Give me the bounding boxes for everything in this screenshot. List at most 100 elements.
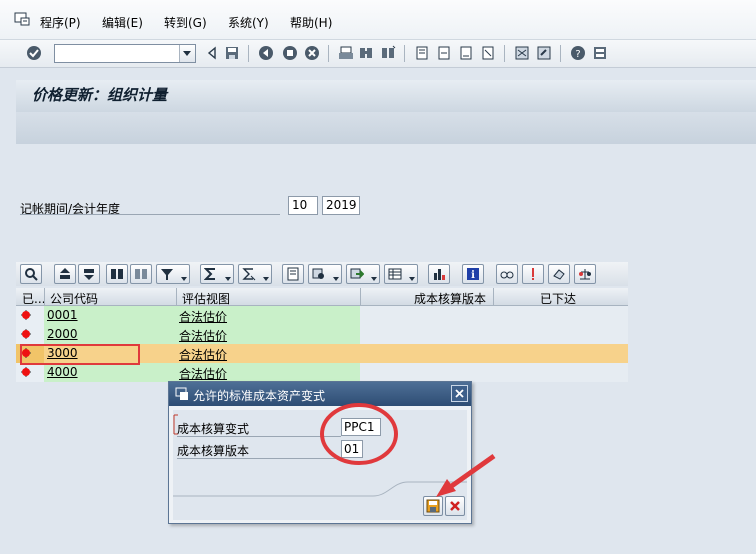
close-icon: [455, 389, 464, 398]
sort-descending-button[interactable]: [78, 264, 100, 284]
costing-version-cell[interactable]: [360, 363, 493, 382]
company-code-cell[interactable]: 0001: [44, 306, 176, 325]
filter-icon: [161, 269, 173, 280]
col-status[interactable]: 已...: [22, 290, 45, 306]
scale-icon: [579, 269, 591, 280]
shortcut-icon[interactable]: [536, 45, 552, 61]
find-icon[interactable]: [358, 45, 374, 61]
valuation-view-cell[interactable]: 合法估价: [176, 325, 360, 344]
dialog-cancel-button[interactable]: [445, 496, 465, 516]
layout-menu-icon[interactable]: [592, 45, 608, 61]
layout-button[interactable]: [384, 264, 418, 284]
application-toolbar: [16, 112, 756, 144]
dialog-save-button[interactable]: [423, 496, 443, 516]
menu-edit[interactable]: 编辑(E): [102, 14, 143, 31]
first-page-icon[interactable]: [414, 45, 430, 61]
export-button[interactable]: [346, 264, 380, 284]
table-row[interactable]: 2000 合法估价: [16, 325, 628, 344]
sort-ascending-button[interactable]: [54, 264, 76, 284]
sum-button[interactable]: [200, 264, 234, 284]
dialog-close-button[interactable]: [451, 385, 468, 402]
save-icon[interactable]: [224, 45, 240, 61]
mark-button[interactable]: [548, 264, 570, 284]
menu-program[interactable]: 程序(P): [40, 14, 81, 31]
menu-help[interactable]: 帮助(H): [290, 14, 332, 31]
released-cell[interactable]: [493, 306, 628, 325]
info-icon: i: [467, 268, 479, 281]
released-cell[interactable]: [493, 325, 628, 344]
print-icon[interactable]: [338, 45, 354, 61]
page-title: 价格更新：组织计量: [32, 86, 168, 104]
command-dropdown-button[interactable]: [179, 45, 195, 62]
release-button[interactable]: [522, 264, 544, 284]
year-value: 2019: [326, 198, 357, 212]
graphic-button[interactable]: [428, 264, 450, 284]
year-input[interactable]: 2019: [322, 196, 360, 215]
menu-system[interactable]: 系统(Y): [228, 14, 269, 31]
find-next-icon[interactable]: [380, 45, 396, 61]
filter-button[interactable]: [156, 264, 190, 284]
next-page-icon[interactable]: [458, 45, 474, 61]
company-code-cell[interactable]: 4000: [44, 363, 176, 382]
col-valuation-view[interactable]: 评估视图: [182, 290, 230, 306]
command-field[interactable]: [54, 44, 196, 63]
glasses-button[interactable]: [496, 264, 518, 284]
enter-check-icon[interactable]: [26, 45, 42, 61]
released-cell[interactable]: [493, 363, 628, 382]
details-button[interactable]: [20, 264, 42, 284]
col-company-code[interactable]: 公司代码: [50, 290, 98, 306]
row-status-cell[interactable]: [16, 325, 44, 344]
menu-screen-icon[interactable]: [14, 12, 30, 26]
col-released[interactable]: 已下达: [540, 290, 576, 306]
row-status-cell[interactable]: [16, 306, 44, 325]
dialog-body: 成本核算变式 PPC1 成本核算版本 01: [173, 410, 467, 520]
dialog-title-bar: 允许的标准成本资产变式: [169, 382, 471, 406]
menu-goto[interactable]: 转到(G): [164, 14, 207, 31]
costing-variant-value: PPC1: [344, 420, 375, 434]
exit-icon[interactable]: [282, 45, 298, 61]
last-page-icon[interactable]: [480, 45, 496, 61]
find-next-button[interactable]: [130, 264, 152, 284]
valuation-view-cell[interactable]: 合法估价: [176, 363, 360, 382]
cancel-x-icon: [450, 501, 460, 511]
back-icon[interactable]: [258, 45, 274, 61]
row-status-cell[interactable]: [16, 363, 44, 382]
costing-variant-input[interactable]: PPC1: [341, 418, 381, 436]
previous-page-icon[interactable]: [436, 45, 452, 61]
print-preview-button[interactable]: [282, 264, 304, 284]
bar-chart-icon: [434, 269, 445, 280]
period-input[interactable]: 10: [288, 196, 318, 215]
table-row[interactable]: 4000 合法估价: [16, 363, 628, 382]
sort-descending-icon: [84, 269, 94, 280]
costing-version-cell[interactable]: [360, 325, 493, 344]
grid-header: 已... 公司代码 评估视图 成本核算版本 已下达: [16, 288, 628, 306]
released-cell[interactable]: [493, 344, 628, 363]
new-session-icon[interactable]: [514, 45, 530, 61]
costing-variant-label: 成本核算变式: [177, 422, 250, 436]
cost-estimate-button[interactable]: [574, 264, 596, 284]
table-row[interactable]: 0001 合法估价: [16, 306, 628, 325]
valuation-view-cell[interactable]: 合法估价: [176, 344, 360, 363]
costing-version-input[interactable]: 01: [341, 440, 363, 458]
subtotal-button[interactable]: [238, 264, 272, 284]
find-button[interactable]: [106, 264, 128, 284]
standard-toolbar: ?: [0, 40, 756, 68]
info-button[interactable]: i: [462, 264, 484, 284]
valuation-view-cell[interactable]: 合法估价: [176, 306, 360, 325]
menu-bar: 程序(P) 编辑(E) 转到(G) 系统(Y) 帮助(H): [0, 0, 756, 40]
subtotal-icon: [242, 268, 256, 281]
cancel-icon[interactable]: [304, 45, 320, 61]
period-label-underline: [20, 214, 280, 215]
company-code-cell[interactable]: 2000: [44, 325, 176, 344]
triangle-left-icon[interactable]: [204, 45, 220, 61]
binoculars-next-icon: [135, 269, 147, 279]
costing-version-cell[interactable]: [360, 344, 493, 363]
sort-ascending-icon: [60, 268, 70, 279]
col-costing-version[interactable]: 成本核算版本: [414, 290, 486, 306]
magnifier-icon: [25, 268, 38, 281]
export-icon: [350, 268, 364, 279]
views-button[interactable]: [308, 264, 342, 284]
costing-version-cell[interactable]: [360, 306, 493, 325]
sum-dropdown-icon: [225, 277, 231, 281]
help-icon[interactable]: ?: [570, 45, 586, 61]
